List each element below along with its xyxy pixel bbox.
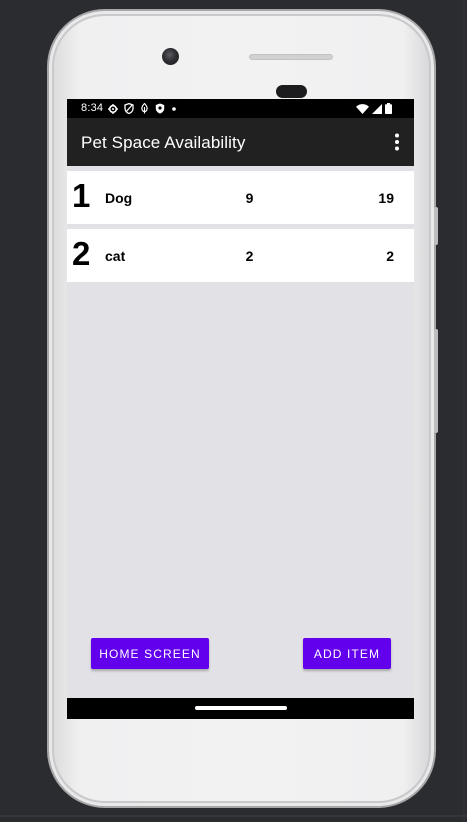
app-bar: Pet Space Availability: [67, 118, 414, 166]
item-total: 2: [386, 248, 394, 264]
eco-icon: [141, 103, 148, 114]
signal-icon: [372, 103, 382, 114]
sensor-pill: [276, 85, 307, 98]
list-item[interactable]: 1 Dog 9 19: [67, 171, 414, 224]
status-icons-left: [108, 102, 177, 115]
earpiece-speaker: [249, 54, 333, 60]
item-count: 2: [245, 248, 254, 264]
power-button: [434, 207, 438, 245]
status-time: 8:34: [81, 102, 104, 114]
home-screen-button[interactable]: HOME SCREEN: [91, 638, 209, 669]
badge-icon: [155, 103, 165, 114]
list-item[interactable]: 2 cat 2 2: [67, 229, 414, 282]
item-name: cat: [105, 248, 126, 264]
battery-icon: [385, 103, 392, 114]
item-name: Dog: [105, 190, 133, 206]
more-vert-icon[interactable]: [390, 132, 404, 152]
dot-icon: [172, 106, 176, 111]
item-number: 1: [72, 177, 91, 214]
item-count: 9: [245, 190, 254, 206]
device-screen: 8:34 Pet Space Availability 1 Dog 9 19 2…: [67, 99, 414, 719]
wifi-icon: [356, 103, 369, 114]
gear-icon: [108, 103, 118, 114]
navigation-bar: [67, 698, 414, 719]
shield-icon: [124, 103, 134, 114]
add-item-button[interactable]: ADD ITEM: [303, 638, 391, 669]
item-total: 19: [378, 190, 394, 206]
volume-button: [434, 329, 438, 433]
front-camera: [162, 48, 179, 65]
app-title: Pet Space Availability: [81, 133, 246, 152]
home-gesture-handle[interactable]: [195, 706, 287, 710]
status-bar: 8:34: [67, 99, 414, 118]
status-icons-right: [356, 102, 392, 115]
item-number: 2: [72, 235, 91, 272]
